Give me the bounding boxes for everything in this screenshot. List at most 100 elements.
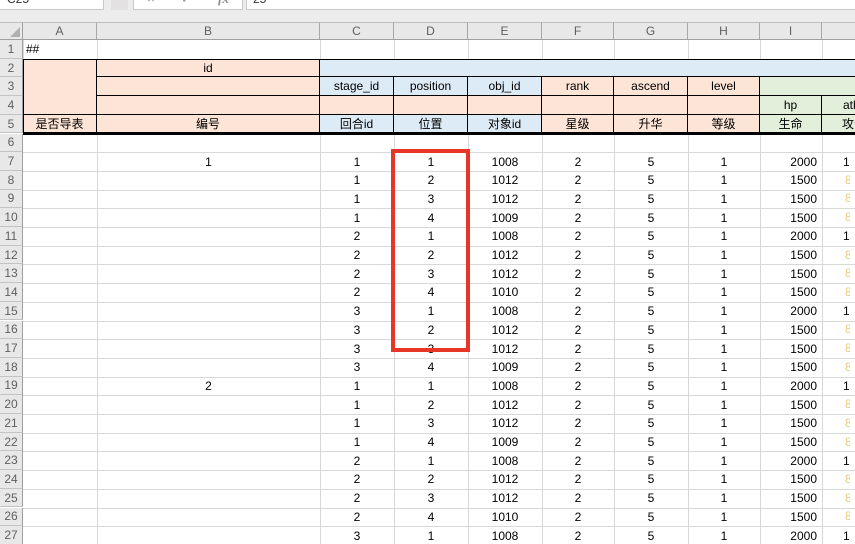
cell-H21[interactable]: 1: [688, 414, 760, 433]
cell-G21[interactable]: 5: [614, 414, 688, 433]
cell-E17[interactable]: 1012: [468, 339, 542, 358]
cell-H11[interactable]: 1: [688, 227, 760, 246]
cell-F15[interactable]: 2: [542, 302, 614, 321]
cell-F18[interactable]: 2: [542, 358, 614, 377]
header-band-row2[interactable]: [320, 59, 855, 78]
cell-H10[interactable]: 1: [688, 208, 760, 227]
cell-G14[interactable]: 5: [614, 283, 688, 302]
row-header-19[interactable]: 19: [0, 377, 23, 396]
cell-H16[interactable]: 1: [688, 321, 760, 340]
row-header-20[interactable]: 20: [0, 395, 23, 414]
header-cell-sublimation[interactable]: 升华: [614, 115, 688, 134]
row-header-10[interactable]: 10: [0, 208, 23, 227]
cell-I19[interactable]: 2000: [760, 377, 822, 396]
header-cell-round-id[interactable]: 回合id: [320, 115, 394, 134]
cell-H9[interactable]: 1: [688, 190, 760, 209]
cell-C17[interactable]: 3: [320, 339, 394, 358]
cell-J10[interactable]: 8: [822, 208, 855, 227]
cell-C26[interactable]: 2: [320, 508, 394, 527]
column-header-B[interactable]: B: [97, 22, 320, 40]
cell-G24[interactable]: 5: [614, 470, 688, 489]
cell-E18[interactable]: 1009: [468, 358, 542, 377]
cell-G8[interactable]: 5: [614, 171, 688, 190]
header-cell-h4[interactable]: [688, 96, 760, 115]
cell-E19[interactable]: 1008: [468, 377, 542, 396]
cell-E25[interactable]: 1012: [468, 489, 542, 508]
cell-C9[interactable]: 1: [320, 190, 394, 209]
cell-I15[interactable]: 2000: [760, 302, 822, 321]
cell-J19[interactable]: 1: [822, 377, 855, 396]
cell-G16[interactable]: 5: [614, 321, 688, 340]
cell-C14[interactable]: 2: [320, 283, 394, 302]
cell-F7[interactable]: 2: [542, 152, 614, 171]
header-cell-level[interactable]: level: [688, 77, 760, 96]
cell-F24[interactable]: 2: [542, 470, 614, 489]
column-header-J[interactable]: [822, 22, 855, 40]
header-cell-obj-id[interactable]: obj_id: [468, 77, 542, 96]
cell-C11[interactable]: 2: [320, 227, 394, 246]
cell-G18[interactable]: 5: [614, 358, 688, 377]
cell-B7[interactable]: 1: [97, 152, 320, 171]
row-header-3[interactable]: 3: [0, 77, 23, 96]
cell-B19[interactable]: 2: [97, 377, 320, 396]
cell-C7[interactable]: 1: [320, 152, 394, 171]
cell-C15[interactable]: 3: [320, 302, 394, 321]
cell-H25[interactable]: 1: [688, 489, 760, 508]
row-header-14[interactable]: 14: [0, 283, 23, 302]
cell-D26[interactable]: 4: [394, 508, 468, 527]
header-cell-e4[interactable]: [468, 96, 542, 115]
row-header-4[interactable]: 4: [0, 96, 23, 115]
cell-F21[interactable]: 2: [542, 414, 614, 433]
column-header-H[interactable]: H: [688, 22, 760, 40]
cell-F27[interactable]: 2: [542, 526, 614, 544]
insert-function-icon[interactable]: fx: [218, 0, 229, 7]
column-header-D[interactable]: D: [394, 22, 468, 40]
cell-D22[interactable]: 4: [394, 433, 468, 452]
row-header-8[interactable]: 8: [0, 171, 23, 190]
cell-D20[interactable]: 2: [394, 395, 468, 414]
cell-C23[interactable]: 2: [320, 451, 394, 470]
cell-F16[interactable]: 2: [542, 321, 614, 340]
cell-F10[interactable]: 2: [542, 208, 614, 227]
header-cell-attack[interactable]: 攻击: [822, 115, 855, 134]
header-cell-number[interactable]: 编号: [97, 115, 320, 134]
row-header-23[interactable]: 23: [0, 451, 23, 470]
cell-H14[interactable]: 1: [688, 283, 760, 302]
cell-J7[interactable]: 1: [822, 152, 855, 171]
cell-I9[interactable]: 1500: [760, 190, 822, 209]
cell-I7[interactable]: 2000: [760, 152, 822, 171]
row-header-17[interactable]: 17: [0, 339, 23, 358]
cell-J22[interactable]: 8: [822, 433, 855, 452]
cell-F8[interactable]: 2: [542, 171, 614, 190]
cell-I14[interactable]: 1500: [760, 283, 822, 302]
cell-H27[interactable]: 1: [688, 526, 760, 544]
cell-E12[interactable]: 1012: [468, 246, 542, 265]
cell-J16[interactable]: 8: [822, 321, 855, 340]
row-header-26[interactable]: 26: [0, 508, 23, 527]
cell-G23[interactable]: 5: [614, 451, 688, 470]
cell-C8[interactable]: 1: [320, 171, 394, 190]
name-box-splitter[interactable]: [111, 0, 128, 10]
cell-F13[interactable]: 2: [542, 264, 614, 283]
cell-G19[interactable]: 5: [614, 377, 688, 396]
cell-E11[interactable]: 1008: [468, 227, 542, 246]
row-header-5[interactable]: 5: [0, 115, 23, 134]
cell-H20[interactable]: 1: [688, 395, 760, 414]
column-header-A[interactable]: A: [23, 22, 97, 40]
row-header-9[interactable]: 9: [0, 190, 23, 209]
cell-C18[interactable]: 3: [320, 358, 394, 377]
cell-C25[interactable]: 2: [320, 489, 394, 508]
cell-D27[interactable]: 1: [394, 526, 468, 544]
corner-cell[interactable]: [0, 22, 23, 40]
cell-I26[interactable]: 1500: [760, 508, 822, 527]
cell-G10[interactable]: 5: [614, 208, 688, 227]
cell-G13[interactable]: 5: [614, 264, 688, 283]
cell-C19[interactable]: 1: [320, 377, 394, 396]
cell-J21[interactable]: 8: [822, 414, 855, 433]
cell-F17[interactable]: 2: [542, 339, 614, 358]
cell-E21[interactable]: 1012: [468, 414, 542, 433]
cell-H26[interactable]: 1: [688, 508, 760, 527]
cell-G7[interactable]: 5: [614, 152, 688, 171]
cell-G22[interactable]: 5: [614, 433, 688, 452]
cell-J23[interactable]: 1: [822, 451, 855, 470]
